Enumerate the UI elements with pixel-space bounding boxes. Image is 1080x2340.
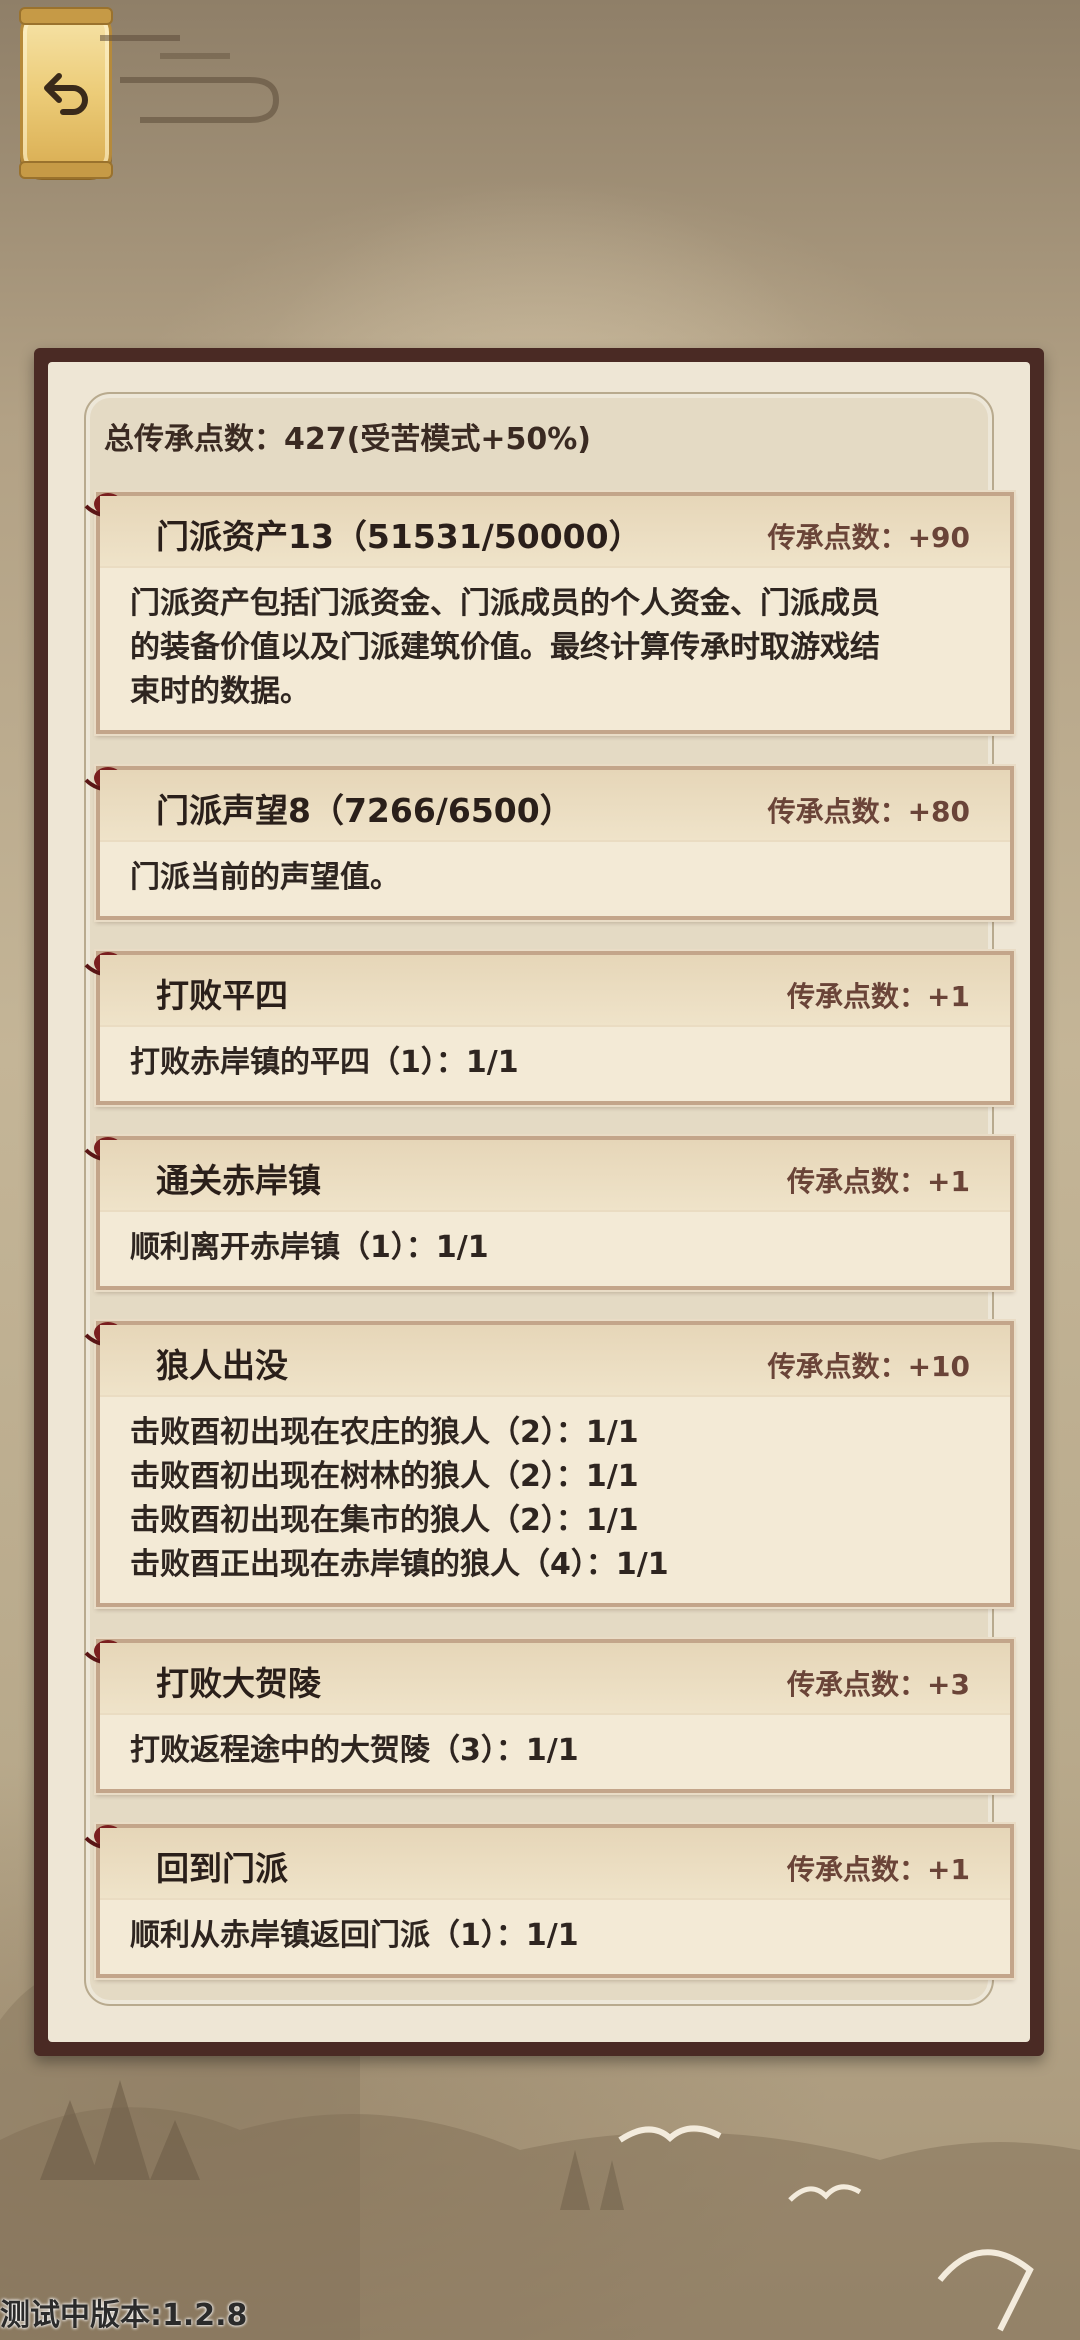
total-legacy-points: 总传承点数：427(受苦模式+50%) bbox=[104, 422, 591, 457]
card-points: 传承点数：+10 bbox=[767, 1350, 970, 1383]
back-button-cap-top bbox=[19, 7, 113, 25]
card-title: 通关赤岸镇 bbox=[156, 1161, 321, 1200]
card-header: 门派声望8（7266/6500） 传承点数：+80 bbox=[100, 770, 1010, 842]
card-points: 传承点数：+1 bbox=[787, 1853, 970, 1886]
card-header: 打败平四 传承点数：+1 bbox=[100, 955, 1010, 1027]
card-points: 传承点数：+1 bbox=[787, 980, 970, 1013]
legacy-panel[interactable]: 总传承点数：427(受苦模式+50%) 门派资产13（51531/50000） … bbox=[84, 392, 1014, 2006]
card-header: 门派资产13（51531/50000） 传承点数：+90 bbox=[100, 496, 1010, 568]
card-description: 击败酉初出现在农庄的狼人（2）：1/1 击败酉初出现在树林的狼人（2）：1/1 … bbox=[100, 1397, 1010, 1603]
legacy-card-return-sect: 回到门派 传承点数：+1 顺利从赤岸镇返回门派（1）：1/1 bbox=[84, 1824, 1014, 1978]
card-header: 回到门派 传承点数：+1 bbox=[100, 1828, 1010, 1900]
back-arrow-icon bbox=[44, 73, 88, 115]
card-title: 打败平四 bbox=[156, 976, 288, 1015]
legacy-frame: 总传承点数：427(受苦模式+50%) 门派资产13（51531/50000） … bbox=[34, 348, 1044, 2056]
card-header: 通关赤岸镇 传承点数：+1 bbox=[100, 1140, 1010, 1212]
card-line: 束时的数据。 bbox=[130, 674, 310, 709]
card-title: 回到门派 bbox=[156, 1849, 288, 1888]
card-line: 击败酉正出现在赤岸镇的狼人（4）：1/1 bbox=[130, 1547, 669, 1582]
card-title: 门派声望8（7266/6500） bbox=[156, 791, 573, 830]
back-button-cap-bottom bbox=[19, 161, 113, 179]
card-title: 门派资产13（51531/50000） bbox=[156, 517, 642, 556]
card-description: 门派当前的声望值。 bbox=[100, 842, 1010, 916]
frame-inner: 总传承点数：427(受苦模式+50%) 门派资产13（51531/50000） … bbox=[48, 362, 1030, 2042]
back-button[interactable] bbox=[19, 7, 113, 179]
card-line: 击败酉初出现在农庄的狼人（2）：1/1 bbox=[130, 1415, 639, 1450]
card-description: 顺利离开赤岸镇（1）：1/1 bbox=[100, 1212, 1010, 1286]
version-label: 测试中版本:1.2.8 bbox=[0, 2298, 248, 2333]
card-line: 的装备价值以及门派建筑价值。最终计算传承时取游戏结 bbox=[130, 630, 880, 665]
card-line: 顺利离开赤岸镇（1）：1/1 bbox=[130, 1230, 489, 1265]
card-header: 狼人出没 传承点数：+10 bbox=[100, 1325, 1010, 1397]
card-points: 传承点数：+90 bbox=[767, 521, 970, 554]
legacy-card-sect-reputation: 门派声望8（7266/6500） 传承点数：+80 门派当前的声望值。 bbox=[84, 766, 1014, 920]
card-line: 击败酉初出现在树林的狼人（2）：1/1 bbox=[130, 1459, 639, 1494]
card-description: 打败赤岸镇的平四（1）：1/1 bbox=[100, 1027, 1010, 1101]
card-title: 打败大贺陵 bbox=[156, 1664, 321, 1703]
card-line: 顺利从赤岸镇返回门派（1）：1/1 bbox=[130, 1918, 579, 1953]
legacy-card-defeat-pingsi: 打败平四 传承点数：+1 打败赤岸镇的平四（1）：1/1 bbox=[84, 951, 1014, 1105]
card-title: 狼人出没 bbox=[156, 1346, 288, 1385]
background-birds bbox=[618, 2125, 1034, 2332]
card-points: 传承点数：+1 bbox=[787, 1165, 970, 1198]
legacy-card-clear-chian-town: 通关赤岸镇 传承点数：+1 顺利离开赤岸镇（1）：1/1 bbox=[84, 1136, 1014, 1290]
card-description: 门派资产包括门派资金、门派成员的个人资金、门派成员 的装备价值以及门派建筑价值。… bbox=[100, 568, 1010, 730]
card-points: 传承点数：+80 bbox=[767, 795, 970, 828]
card-line: 门派当前的声望值。 bbox=[130, 860, 400, 895]
legacy-card-werewolves: 狼人出没 传承点数：+10 击败酉初出现在农庄的狼人（2）：1/1 击败酉初出现… bbox=[84, 1321, 1014, 1607]
cloud-decoration bbox=[100, 35, 280, 123]
card-header: 打败大贺陵 传承点数：+3 bbox=[100, 1643, 1010, 1715]
card-points: 传承点数：+3 bbox=[787, 1668, 970, 1701]
card-line: 门派资产包括门派资金、门派成员的个人资金、门派成员 bbox=[130, 586, 880, 621]
legacy-card-sect-assets: 门派资产13（51531/50000） 传承点数：+90 门派资产包括门派资金、… bbox=[84, 492, 1014, 734]
card-line: 击败酉初出现在集市的狼人（2）：1/1 bbox=[130, 1503, 639, 1538]
card-line: 打败赤岸镇的平四（1）：1/1 bbox=[130, 1045, 519, 1080]
card-description: 打败返程途中的大贺陵（3）：1/1 bbox=[100, 1715, 1010, 1789]
legacy-card-defeat-dahe-ling: 打败大贺陵 传承点数：+3 打败返程途中的大贺陵（3）：1/1 bbox=[84, 1639, 1014, 1793]
card-line: 打败返程途中的大贺陵（3）：1/1 bbox=[130, 1733, 579, 1768]
card-description: 顺利从赤岸镇返回门派（1）：1/1 bbox=[100, 1900, 1010, 1974]
